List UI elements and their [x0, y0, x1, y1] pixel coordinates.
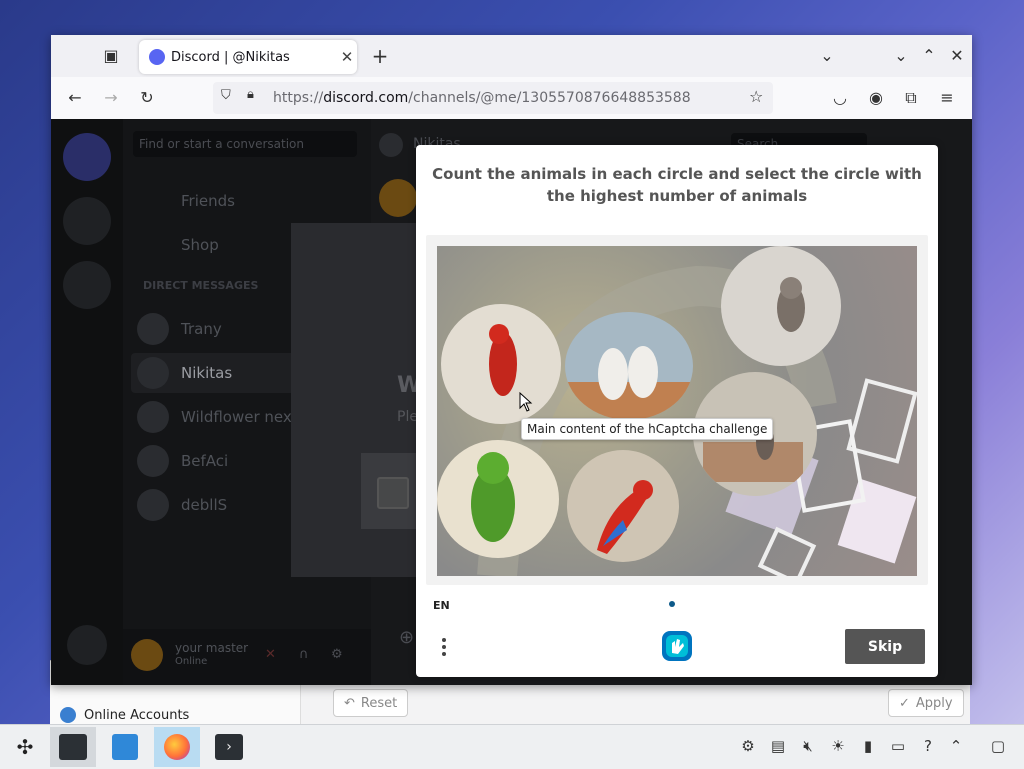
- owl-icon: [565, 346, 693, 420]
- account-icon[interactable]: ◉: [864, 86, 888, 110]
- green-parrot-icon: [471, 452, 515, 542]
- discord-favicon-icon: [149, 49, 165, 65]
- challenge-prompt: Count the animals in each circle and sel…: [432, 165, 922, 205]
- tab-discord[interactable]: Discord | @Nikitas ✕: [139, 40, 357, 74]
- tooltip: Main content of the hCaptcha challenge: [521, 418, 774, 440]
- discover-icon[interactable]: [67, 625, 107, 665]
- mute-mic-icon[interactable]: ✕: [265, 647, 276, 662]
- avatar: [137, 445, 169, 477]
- user-info[interactable]: your master Online: [131, 639, 248, 671]
- nav-friends[interactable]: Friends: [137, 185, 235, 217]
- avatar: [379, 133, 403, 157]
- tab-overview-icon[interactable]: ▣: [99, 44, 123, 68]
- discover-store-taskbar-icon[interactable]: [102, 727, 148, 767]
- server-list: [51, 119, 123, 685]
- red-parrot-icon: [489, 324, 517, 396]
- sidebar-item-online-accounts[interactable]: Online Accounts: [60, 707, 189, 723]
- modal-text: Ple: [397, 409, 418, 425]
- avatar: [379, 179, 417, 217]
- network-icon[interactable]: ⚙: [738, 737, 758, 755]
- url-bar[interactable]: ⛉ 🔒︎ https://discord.com/channels/@me/13…: [213, 82, 773, 114]
- menu-icon[interactable]: ≡: [935, 86, 959, 110]
- back-icon[interactable]: ←: [63, 86, 87, 110]
- captcha-widget: [361, 453, 421, 529]
- taskbar: ✣ › ⚙ ▤ 🔇︎ ☀ ▮ ▭ ? ⌃ ▢: [0, 724, 1024, 769]
- download-apps-icon[interactable]: [63, 261, 111, 309]
- close-tab-icon[interactable]: ✕: [337, 48, 357, 66]
- discord-home-icon[interactable]: [63, 133, 111, 181]
- list-tabs-icon[interactable]: ⌄: [815, 44, 839, 68]
- display-icon[interactable]: ▭: [888, 737, 908, 755]
- hcaptcha-logo-icon: [660, 629, 694, 663]
- close-window-icon[interactable]: ✕: [945, 44, 969, 68]
- headphones-icon[interactable]: ∩: [299, 647, 309, 662]
- progress-dot: [669, 601, 675, 607]
- challenge-frame: [426, 235, 928, 585]
- app-launcher-icon[interactable]: ✣: [2, 727, 48, 767]
- avatar: [137, 357, 169, 389]
- user-panel: your master Online ✕ ∩ ⚙: [123, 629, 371, 685]
- add-attachment-icon[interactable]: ⊕: [399, 627, 414, 648]
- macaw-icon: [597, 480, 653, 554]
- circle-two-owls[interactable]: [565, 312, 693, 420]
- help-icon[interactable]: ?: [918, 737, 938, 755]
- dm-item[interactable]: Wildflower next: [137, 401, 298, 433]
- gear-icon[interactable]: ⚙: [331, 647, 343, 662]
- tray-expand-icon[interactable]: ⌃: [946, 737, 966, 755]
- new-tab-icon[interactable]: +: [368, 44, 392, 68]
- dm-search-input[interactable]: Find or start a conversation: [133, 131, 357, 157]
- online-accounts-icon: [60, 707, 76, 723]
- apply-button[interactable]: ✓ Apply: [888, 689, 964, 717]
- language-selector[interactable]: EN: [433, 599, 450, 612]
- undo-icon: ↶: [344, 695, 355, 711]
- firefox-taskbar-icon[interactable]: [154, 727, 200, 767]
- usb-icon[interactable]: ▮: [858, 737, 878, 755]
- volume-muted-icon[interactable]: 🔇︎: [798, 737, 818, 755]
- circle-parrot[interactable]: [441, 304, 561, 424]
- captcha-checkbox[interactable]: [377, 477, 409, 509]
- reset-button[interactable]: ↶ Reset: [333, 689, 409, 717]
- avatar: [131, 639, 163, 671]
- shield-icon[interactable]: ⛉: [221, 88, 231, 103]
- circle-owl[interactable]: [721, 246, 841, 366]
- bookmark-star-icon[interactable]: ☆: [749, 87, 763, 106]
- friends-icon: [137, 185, 169, 217]
- circle-green-parrot[interactable]: [437, 440, 559, 558]
- dm-item[interactable]: Trany: [137, 313, 222, 345]
- clipboard-icon[interactable]: ▤: [768, 737, 788, 755]
- nav-shop[interactable]: Shop: [137, 229, 219, 261]
- hcaptcha-challenge: Count the animals in each circle and sel…: [416, 145, 938, 677]
- reload-icon[interactable]: ↻: [135, 86, 159, 110]
- tab-bar: ▣ Discord | @Nikitas ✕ + ⌄ ⌄ ⌃ ✕: [51, 35, 972, 77]
- maximize-icon[interactable]: ⌃: [917, 44, 941, 68]
- avatar: [137, 489, 169, 521]
- forward-icon[interactable]: →: [99, 86, 123, 110]
- pocket-icon[interactable]: ◡: [828, 86, 852, 110]
- terminal-taskbar-icon[interactable]: ›: [206, 727, 252, 767]
- circle-macaw[interactable]: [567, 450, 679, 562]
- brightness-icon[interactable]: ☀: [828, 737, 848, 755]
- menu-icon[interactable]: [440, 635, 448, 661]
- url-text: https://discord.com/channels/@me/1305570…: [273, 90, 691, 106]
- dm-header: DIRECT MESSAGES: [143, 279, 259, 292]
- add-server-icon[interactable]: [63, 197, 111, 245]
- nav-bar: ← → ↻ ⛉ 🔒︎ https://discord.com/channels/…: [51, 77, 972, 120]
- show-desktop-icon[interactable]: ▢: [988, 737, 1008, 755]
- owl-icon: [777, 277, 805, 332]
- minimize-icon[interactable]: ⌄: [889, 44, 913, 68]
- avatar: [137, 313, 169, 345]
- skip-button[interactable]: Skip: [845, 629, 925, 664]
- challenge-image[interactable]: [437, 246, 917, 576]
- avatar: [137, 401, 169, 433]
- dm-item[interactable]: BefAci: [137, 445, 228, 477]
- mouse-cursor-icon: [519, 392, 533, 412]
- extensions-icon[interactable]: ⧉: [899, 86, 923, 110]
- lock-icon[interactable]: 🔒︎: [247, 87, 254, 102]
- system-settings-taskbar-icon[interactable]: [50, 727, 96, 767]
- shop-icon: [137, 229, 169, 261]
- dm-item[interactable]: debllS: [137, 489, 227, 521]
- check-icon: ✓: [899, 695, 910, 711]
